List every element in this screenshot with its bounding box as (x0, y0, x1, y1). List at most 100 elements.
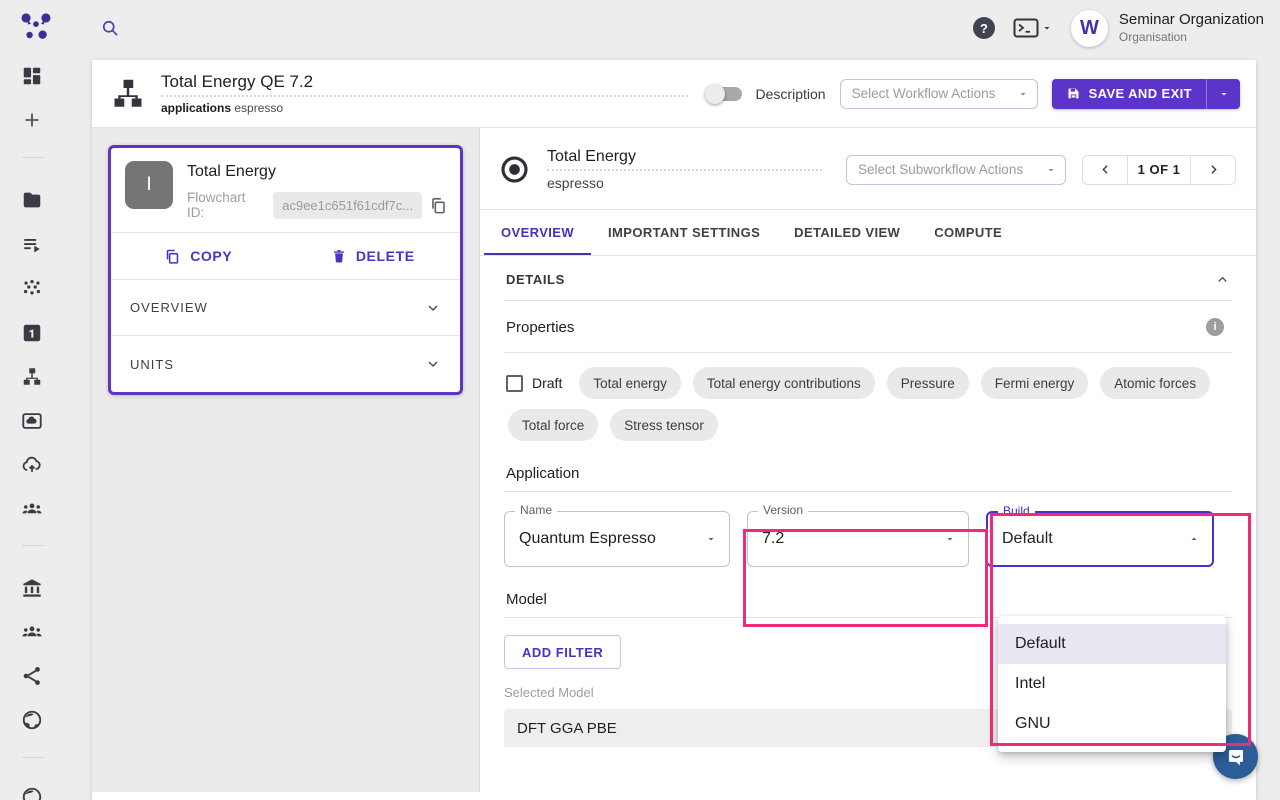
tab-compute[interactable]: COMPUTE (917, 210, 1019, 255)
materials-icon[interactable] (21, 278, 43, 300)
globe2-icon[interactable] (21, 786, 43, 800)
subworkflow-actions-select[interactable]: Select Subworkflow Actions (846, 155, 1066, 185)
caret-down-icon (1017, 88, 1029, 100)
organization-users-icon[interactable] (21, 621, 43, 643)
help-icon[interactable]: ? (973, 17, 995, 39)
search-icon[interactable] (100, 18, 120, 38)
unit-title: Total Energy (187, 163, 448, 181)
property-chip[interactable]: Stress tensor (610, 409, 718, 441)
properties-row: Properties i (504, 301, 1232, 353)
caret-down-icon (705, 533, 717, 545)
chevron-up-icon (1215, 272, 1230, 287)
unit-avatar: I (125, 161, 173, 209)
application-heading: Application (504, 465, 1232, 492)
save-label: SAVE AND EXIT (1089, 86, 1192, 101)
trash-icon (331, 248, 347, 264)
subworkflow-app: espresso (547, 175, 822, 191)
save-menu-caret[interactable] (1206, 79, 1240, 109)
property-chip[interactable]: Total energy (579, 367, 681, 399)
version-label: Version (758, 503, 808, 517)
name-value: Quantum Espresso (519, 530, 656, 548)
subworkflow-pager: 1 OF 1 (1082, 155, 1236, 185)
workflow-actions-label: Select Workflow Actions (852, 86, 996, 101)
chevron-left-icon (1098, 162, 1113, 177)
terminal-menu[interactable] (1013, 18, 1053, 38)
radio-checked-icon (500, 155, 529, 184)
subworkflow-title: Total Energy (547, 148, 822, 166)
info-icon[interactable]: i (1206, 318, 1224, 336)
subworkflow-header: Total Energy espresso Select Subworkflow… (480, 128, 1256, 209)
delete-unit-button[interactable]: DELETE (286, 233, 461, 279)
folder-icon[interactable] (21, 189, 43, 211)
pager-prev-button[interactable] (1083, 156, 1127, 184)
workflow-header: Total Energy QE 7.2 applications espress… (92, 60, 1256, 128)
property-chip[interactable]: Total force (508, 409, 598, 441)
team-icon[interactable] (21, 498, 43, 520)
account-switcher[interactable]: W Seminar Organization Organisation (1071, 10, 1264, 47)
pager-next-button[interactable] (1191, 156, 1235, 184)
org-type: Organisation (1119, 30, 1264, 45)
build-label: Build (998, 504, 1035, 518)
model-heading: Model (504, 591, 1232, 618)
chevron-down-icon (425, 300, 441, 316)
create-new-icon[interactable] (21, 109, 43, 131)
unit-section-overview[interactable]: OVERVIEW (111, 280, 460, 336)
save-and-exit-split-button: SAVE AND EXIT (1052, 79, 1240, 109)
toggle-knob (705, 84, 725, 104)
name-label: Name (515, 503, 557, 517)
property-chip[interactable]: Atomic forces (1100, 367, 1210, 399)
copy-unit-button[interactable]: COPY (111, 233, 286, 279)
rail-divider (22, 757, 44, 758)
looks-one-icon[interactable] (21, 322, 43, 344)
application-version-select[interactable]: Version 7.2 (747, 511, 969, 567)
build-option-gnu[interactable]: GNU (998, 704, 1226, 744)
flowchart-id-value[interactable]: ac9ee1c651f61cdf7c... (273, 192, 422, 219)
sidebar-unit-panel: I Total Energy Flowchart ID: ac9ee1c651f… (92, 128, 480, 792)
bank-card-icon[interactable] (21, 410, 43, 432)
description-label: Description (756, 86, 826, 102)
property-chip[interactable]: Pressure (887, 367, 969, 399)
tab-important-settings[interactable]: IMPORTANT SETTINGS (591, 210, 777, 255)
build-value: Default (1002, 530, 1053, 548)
subworkflow-tabs: OVERVIEW IMPORTANT SETTINGS DETAILED VIE… (480, 209, 1256, 256)
globe-icon[interactable] (21, 709, 43, 731)
unit-section-units[interactable]: UNITS (111, 336, 460, 392)
details-label: DETAILS (506, 272, 565, 287)
tab-detailed-view[interactable]: DETAILED VIEW (777, 210, 917, 255)
share-icon[interactable] (21, 665, 43, 687)
build-option-default[interactable]: Default (998, 624, 1226, 664)
mat3ra-logo-icon[interactable] (18, 10, 54, 43)
workflow-actions-select[interactable]: Select Workflow Actions (840, 79, 1038, 109)
property-chip[interactable]: Fermi energy (981, 367, 1089, 399)
avatar: W (1071, 10, 1108, 47)
jobs-list-icon[interactable] (21, 234, 43, 256)
pager-label: 1 OF 1 (1127, 156, 1191, 184)
application-name-select[interactable]: Name Quantum Espresso (504, 511, 730, 567)
draft-label: Draft (532, 375, 562, 391)
workflows-icon[interactable] (21, 366, 43, 388)
build-option-intel[interactable]: Intel (998, 664, 1226, 704)
draft-checkbox[interactable] (506, 375, 523, 392)
tab-overview[interactable]: OVERVIEW (484, 210, 591, 255)
workflow-subtitle: applications espresso (161, 101, 688, 115)
add-filter-button[interactable]: ADD FILTER (504, 635, 621, 669)
save-and-exit-button[interactable]: SAVE AND EXIT (1052, 79, 1206, 109)
build-dropdown-menu: Default Intel GNU (998, 616, 1226, 752)
caret-down-icon (944, 533, 956, 545)
application-form: Name Quantum Espresso Version 7.2 Build … (504, 511, 1232, 567)
dashboard-icon[interactable] (21, 65, 43, 87)
top-app-bar: ? W Seminar Organization Organisation (0, 0, 1280, 56)
details-accordion-header[interactable]: DETAILS (504, 256, 1232, 301)
description-toggle[interactable] (708, 87, 742, 101)
property-chip[interactable]: Total energy contributions (693, 367, 875, 399)
copy-id-icon[interactable] (429, 196, 448, 215)
cloud-upload-icon[interactable] (21, 454, 43, 476)
properties-heading: Properties (506, 319, 574, 336)
workflow-app: espresso (234, 101, 283, 115)
draft-checkbox-group[interactable]: Draft (506, 375, 562, 392)
bank-icon[interactable] (21, 577, 43, 599)
subworkflow-actions-label: Select Subworkflow Actions (858, 162, 1023, 177)
application-build-select[interactable]: Build Default (986, 511, 1214, 567)
selected-model-value: DFT GGA PBE (517, 720, 617, 737)
workflow-flowchart-icon (110, 76, 146, 112)
